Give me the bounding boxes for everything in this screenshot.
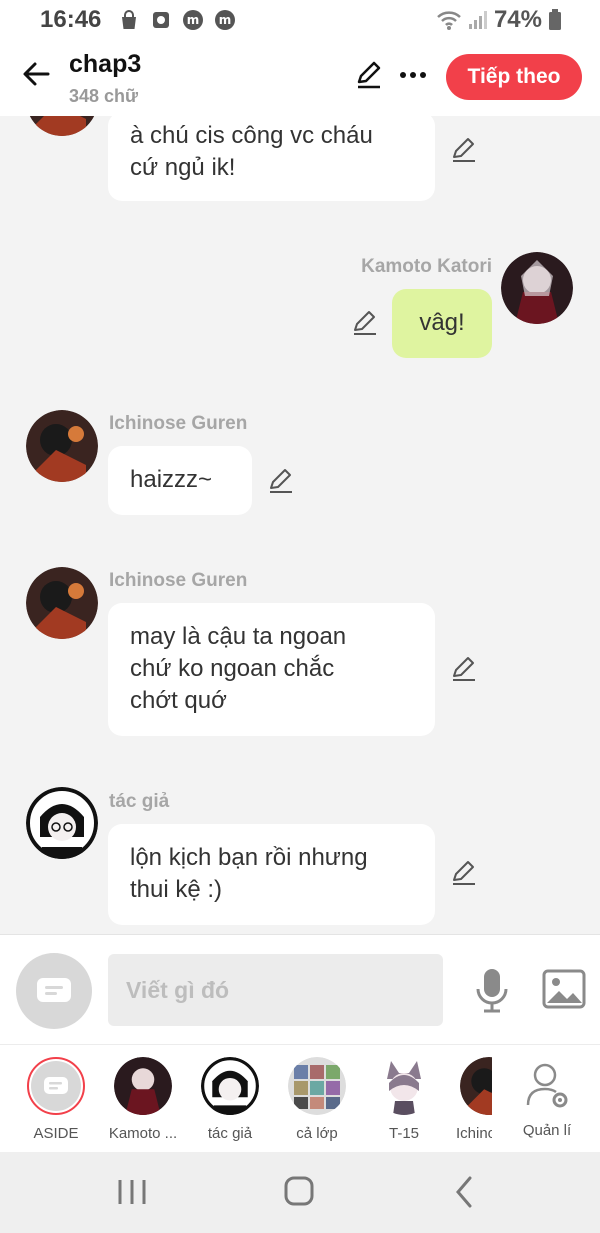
character-selector: ASIDE Kamoto ... tác giả cả lớp T-15 Ich…: [0, 1044, 600, 1152]
character-label: Kamoto ...: [108, 1125, 178, 1142]
shopping-bag-icon: [122, 10, 136, 29]
status-bar: 16:46 m m 74%: [0, 0, 600, 42]
svg-text:m: m: [187, 13, 200, 27]
message-input-bar: [0, 934, 600, 1044]
edit-message-icon[interactable]: [267, 467, 295, 495]
edit-message-icon[interactable]: [450, 136, 478, 164]
aside-avatar: [27, 1057, 85, 1115]
aside-toggle-button[interactable]: [16, 953, 92, 1029]
chat-bubble-icon: [44, 1077, 68, 1094]
system-nav-bar: [0, 1152, 600, 1233]
message-line: thui kệ :): [130, 876, 223, 903]
ichinose-guren-avatar[interactable]: [26, 567, 98, 639]
chat-bubble-icon: [37, 978, 71, 1002]
t15-avatar: [375, 1057, 433, 1115]
edit-pencil-icon[interactable]: [354, 60, 384, 90]
kamoto-katori-avatar: [114, 1057, 172, 1115]
sender-name: Kamoto Katori: [361, 256, 492, 277]
chapter-header: chap3 348 chữ Tiếp theo: [0, 42, 600, 116]
ichinose-guren-avatar: [460, 1057, 492, 1115]
edit-message-icon[interactable]: [450, 859, 478, 887]
message-line: vâg!: [419, 309, 465, 336]
character-label: ASIDE: [33, 1125, 79, 1142]
message-bubble[interactable]: may là cậu ta ngoan chứ ko ngoan chắc ch…: [108, 603, 435, 736]
message-bubble[interactable]: vâg!: [392, 289, 492, 358]
battery-percent: 74%: [493, 6, 542, 33]
character-tac-gia[interactable]: tác giả: [189, 1057, 271, 1142]
recent-apps-icon[interactable]: [112, 1174, 152, 1210]
message-line: may là cậu ta ngoan: [130, 623, 347, 650]
manage-characters-button[interactable]: Quản lí: [506, 1045, 588, 1141]
message-line: à chú cis công vc cháu: [130, 122, 373, 149]
kamoto-katori-avatar[interactable]: [501, 252, 573, 324]
tac-gia-avatar[interactable]: [26, 787, 98, 859]
more-options-icon[interactable]: [398, 60, 428, 90]
character-aside[interactable]: ASIDE: [15, 1057, 97, 1142]
wifi-icon: [437, 11, 461, 30]
message-bubble[interactable]: haizzz~: [108, 446, 252, 515]
character-label: Ichino: [456, 1125, 492, 1142]
sender-name: Ichinose Guren: [109, 413, 248, 434]
message-line: haizzz~: [130, 466, 213, 493]
message-bubble[interactable]: à chú cis công vc cháu cứ ngủ ik!: [108, 116, 435, 201]
m-app-icon: m: [183, 10, 203, 30]
character-kamoto[interactable]: Kamoto ...: [102, 1057, 184, 1142]
image-icon[interactable]: [542, 969, 586, 1009]
sender-name: Ichinose Guren: [109, 570, 248, 591]
message-input[interactable]: [108, 954, 443, 1026]
edit-message-icon[interactable]: [450, 655, 478, 683]
character-t15[interactable]: T-15: [363, 1057, 445, 1142]
svg-text:m: m: [219, 13, 232, 27]
calendar-icon: [153, 12, 169, 28]
battery-icon: [549, 9, 561, 30]
back-arrow-icon[interactable]: [18, 56, 54, 92]
status-time: 16:46: [40, 6, 102, 33]
notification-icons: m m: [118, 9, 236, 31]
microphone-icon[interactable]: [472, 967, 512, 1013]
tac-gia-avatar: [201, 1057, 259, 1115]
signal-icon: [468, 11, 487, 29]
character-label: cả lớp: [296, 1125, 338, 1142]
ichinose-guren-avatar[interactable]: [26, 116, 98, 136]
edit-message-icon[interactable]: [351, 309, 379, 337]
ca-lop-avatar: [288, 1057, 346, 1115]
status-right: 74%: [436, 6, 562, 34]
m-app-icon: m: [215, 10, 235, 30]
character-label: Quản lí: [522, 1122, 572, 1139]
message-line: lộn kịch bạn rồi nhưng: [130, 844, 368, 871]
character-ca-lop[interactable]: cả lớp: [276, 1057, 358, 1142]
message-line: chớt quớ: [130, 687, 227, 714]
chapter-title: chap3: [69, 50, 142, 78]
back-nav-icon[interactable]: [446, 1174, 486, 1210]
character-ichinose[interactable]: Ichino: [450, 1057, 492, 1142]
next-chapter-button[interactable]: Tiếp theo: [446, 54, 582, 100]
word-count: 348 chữ: [69, 86, 139, 106]
home-icon[interactable]: [279, 1174, 319, 1210]
chat-area[interactable]: à chú cis công vc cháu cứ ngủ ik! Kamoto…: [0, 116, 600, 934]
ichinose-guren-avatar[interactable]: [26, 410, 98, 482]
character-label: T-15: [388, 1125, 419, 1142]
user-settings-icon: [526, 1063, 568, 1108]
message-line: cứ ngủ ik!: [130, 154, 236, 181]
message-line: chứ ko ngoan chắc: [130, 655, 335, 682]
message-bubble[interactable]: lộn kịch bạn rồi nhưng thui kệ :): [108, 824, 435, 925]
sender-name: tác giả: [109, 791, 170, 812]
character-label: tác giả: [207, 1125, 253, 1142]
